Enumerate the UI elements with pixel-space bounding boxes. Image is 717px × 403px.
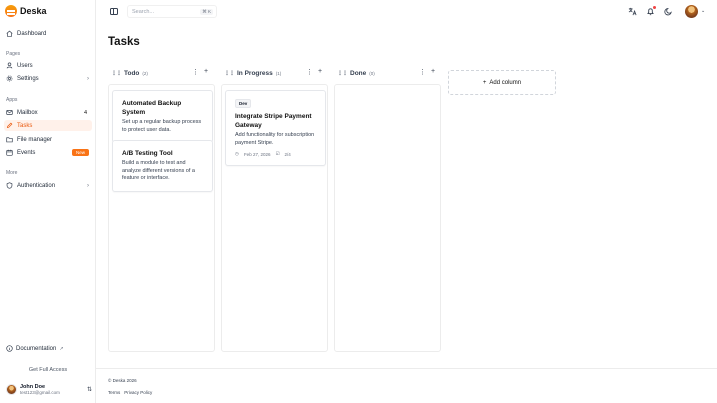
- switch-account-icon[interactable]: ⇅: [87, 386, 92, 393]
- add-column-label: Add column: [489, 79, 522, 86]
- sidebar-section-more: More: [6, 170, 18, 176]
- checklist-icon: ☑: [275, 151, 280, 156]
- sidebar-item-events[interactable]: Events New: [4, 147, 92, 158]
- add-card-icon[interactable]: +: [431, 68, 435, 75]
- documentation-link[interactable]: Documentation ↗: [6, 345, 64, 352]
- sidebar-item-label: Mailbox: [17, 109, 38, 116]
- card-meta: ◷ Feb 27, 2026 ☑ 2/4: [235, 151, 316, 157]
- sidebar-item-label: Dashboard: [17, 30, 47, 37]
- brand[interactable]: Deska: [5, 5, 47, 17]
- shield-icon: [6, 182, 13, 189]
- sidebar-item-file-manager[interactable]: File manager: [4, 134, 92, 145]
- column-header-done[interactable]: ⋮⋮ Done (0): [337, 68, 375, 78]
- footer: © Deska 2026 Terms Privacy Policy: [96, 368, 717, 403]
- privacy-link[interactable]: Privacy Policy: [124, 390, 152, 395]
- card-description: Add functionality for subscription payme…: [235, 132, 315, 146]
- sidebar-item-users[interactable]: Users: [4, 60, 92, 71]
- sidebar-item-label: Authentication: [17, 182, 56, 189]
- search-shortcut: ⌘ K: [200, 8, 213, 15]
- sidebar-section-apps: Apps: [6, 97, 18, 103]
- task-card[interactable]: Dev Integrate Stripe Payment Gateway Add…: [225, 90, 326, 166]
- chevron-down-icon[interactable]: ⌄: [701, 8, 705, 14]
- pencil-icon: [6, 122, 13, 129]
- sidebar-item-label: Tasks: [17, 122, 33, 129]
- new-badge: New: [71, 149, 89, 156]
- column-title: Todo: [124, 69, 140, 77]
- user-icon: [6, 62, 13, 69]
- sidebar-item-dashboard[interactable]: Dashboard: [4, 28, 92, 39]
- mailbox-count: 4: [83, 109, 87, 116]
- user-menu[interactable]: John Doe test123@gmail.com ⇅: [6, 384, 92, 395]
- sidebar-item-label: Users: [17, 62, 33, 69]
- add-card-icon[interactable]: +: [318, 68, 322, 75]
- column-title: Done: [350, 69, 367, 77]
- get-full-access-button[interactable]: Get Full Access: [0, 367, 96, 373]
- card-subtasks: 2/4: [284, 151, 291, 157]
- column-menu-icon[interactable]: ⋮: [192, 68, 199, 76]
- sidebar-section-pages: Pages: [6, 51, 21, 57]
- column-header-in-progress[interactable]: ⋮⋮ In Progress (1): [224, 68, 281, 78]
- search-placeholder: Search...: [132, 8, 155, 15]
- chevron-right-icon: ›: [87, 75, 89, 82]
- bell-icon[interactable]: [646, 6, 656, 16]
- folder-icon: [6, 136, 13, 143]
- plus-icon: +: [482, 79, 487, 86]
- column-title: In Progress: [237, 69, 273, 77]
- calendar-icon: [6, 149, 13, 156]
- column-done: [334, 84, 441, 352]
- sidebar-item-authentication[interactable]: Authentication ›: [4, 180, 92, 191]
- drag-handle-icon[interactable]: ⋮⋮: [337, 70, 348, 77]
- sidebar-item-tasks[interactable]: Tasks: [4, 120, 92, 131]
- task-card[interactable]: A/B Testing Tool Build a module to test …: [112, 140, 213, 192]
- translate-icon[interactable]: [628, 7, 637, 16]
- info-icon: [6, 345, 13, 352]
- column-menu-icon[interactable]: ⋮: [419, 68, 426, 76]
- task-tag: Dev: [235, 99, 252, 108]
- task-card[interactable]: Automated Backup System Set up a regular…: [112, 90, 213, 143]
- avatar: [6, 384, 17, 395]
- terms-link[interactable]: Terms: [108, 390, 120, 395]
- card-date: Feb 27, 2026: [243, 151, 271, 157]
- column-header-todo[interactable]: ⋮⋮ Todo (2): [111, 68, 148, 78]
- card-title: Automated Backup System: [122, 100, 182, 116]
- drag-handle-icon[interactable]: ⋮⋮: [111, 70, 122, 77]
- sidebar-item-settings[interactable]: Settings ›: [4, 73, 92, 84]
- user-email: test123@gmail.com: [20, 390, 60, 395]
- copyright: © Deska 2026: [108, 378, 137, 383]
- gear-icon: [6, 75, 13, 82]
- theme-toggle-icon[interactable]: [664, 7, 673, 16]
- external-link-icon: ↗: [59, 345, 64, 352]
- sidebar-item-label: Events: [17, 149, 36, 156]
- home-icon: [6, 30, 13, 37]
- page-title: Tasks: [108, 36, 140, 48]
- brand-logo-icon: [5, 5, 17, 17]
- topbar: Search... ⌘ K ⌄: [96, 0, 717, 24]
- card-title: Integrate Stripe Payment Gateway: [235, 113, 312, 129]
- card-title: A/B Testing Tool: [122, 150, 173, 157]
- notification-dot: [653, 6, 656, 9]
- sidebar-item-label: File manager: [17, 136, 53, 143]
- search-input[interactable]: Search... ⌘ K: [127, 5, 217, 18]
- clock-icon: ◷: [235, 151, 239, 156]
- sidebar-item-mailbox[interactable]: Mailbox 4: [4, 107, 92, 118]
- sidebar-toggle-icon[interactable]: [110, 8, 118, 15]
- column-todo: Automated Backup System Set up a regular…: [108, 84, 215, 352]
- add-card-icon[interactable]: +: [204, 68, 208, 75]
- mail-icon: [6, 109, 13, 116]
- sidebar-item-label: Settings: [17, 75, 39, 82]
- column-count: (1): [275, 70, 282, 76]
- column-count: (2): [142, 70, 148, 76]
- column-menu-icon[interactable]: ⋮: [306, 68, 313, 76]
- sidebar: Deska Dashboard Pages Users Settings › A…: [0, 0, 96, 403]
- column-count: (0): [369, 70, 375, 76]
- add-column-button[interactable]: + Add column: [448, 70, 556, 95]
- avatar[interactable]: [685, 5, 698, 18]
- drag-handle-icon[interactable]: ⋮⋮: [224, 70, 235, 77]
- documentation-label: Documentation: [16, 345, 57, 352]
- chevron-right-icon: ›: [87, 182, 89, 189]
- column-in-progress: Dev Integrate Stripe Payment Gateway Add…: [221, 84, 328, 352]
- card-description: Set up a regular backup process to prote…: [122, 119, 202, 133]
- card-description: Build a module to test and analyze diffe…: [122, 160, 195, 181]
- brand-name: Deska: [20, 6, 47, 16]
